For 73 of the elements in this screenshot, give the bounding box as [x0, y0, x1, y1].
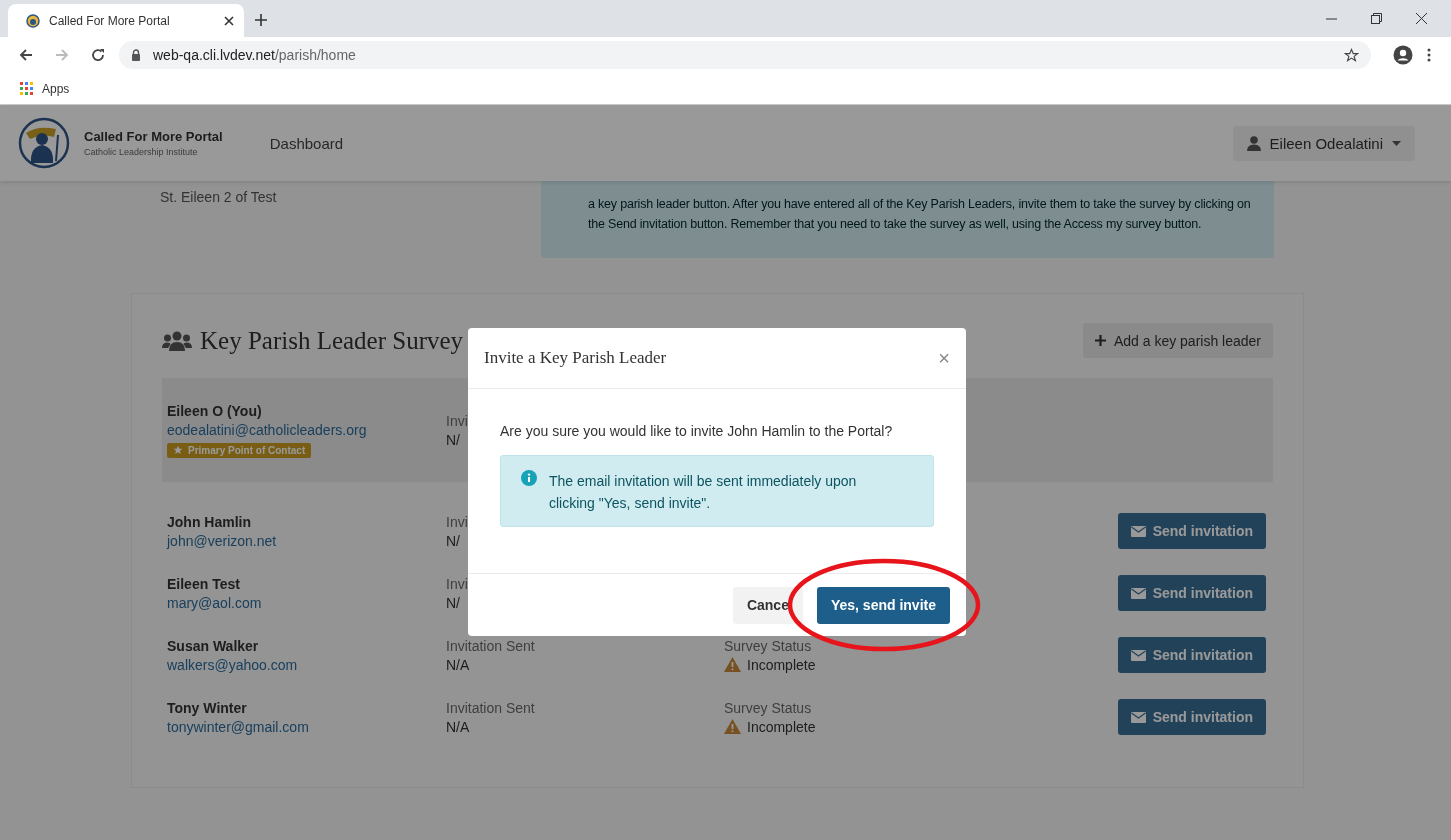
back-arrow-icon[interactable] [19, 48, 33, 62]
info-alert: a key parish leader button. After you have entered all of the Key Parish Leaders, invite them to take the survey by clicking on the Send invitation button. Remember that you need to take the survey as well, using the Access my survey button. [541, 181, 1274, 258]
field-value: N/ [446, 532, 460, 549]
plus-icon [1094, 335, 1106, 346]
user-menu-button[interactable]: Eileen Odealatini [1232, 125, 1415, 161]
bookmark[interactable]: Apps [20, 81, 70, 96]
caret-icon [1392, 140, 1401, 146]
leader-email[interactable]: mary@aol.com [167, 594, 262, 611]
account-icon[interactable] [1393, 45, 1413, 65]
status-text: Incomplete [747, 656, 816, 673]
leader-email[interactable]: eodealatini@catholicleaders.org [167, 421, 367, 438]
add-leader-button[interactable]: Add a key parish leader [1082, 323, 1273, 358]
parish-name: St. Eileen 2 of Test [160, 189, 278, 205]
address-field[interactable]: web-qa.cli.lvdev.net/parish/home [119, 41, 1371, 69]
info-icon [521, 470, 537, 486]
browser-tab[interactable]: Called For More Portal [8, 4, 244, 37]
reload-icon[interactable] [91, 48, 105, 62]
plus-icon[interactable] [255, 14, 267, 26]
nav-link[interactable]: Dashboard [269, 134, 1233, 152]
leader-name: Eileen O (You) [167, 402, 262, 419]
menu-icon[interactable] [1427, 48, 1431, 62]
envelope-icon [1130, 587, 1146, 599]
status-text: Incomplete [747, 718, 816, 735]
confirmation-text: Are you sure you would like to invite John Hamlin to the Portal? [500, 423, 894, 439]
field-label: Survey Status [724, 637, 812, 654]
leader-email[interactable]: walkers@yahoo.com [167, 656, 298, 673]
field-value: N/ [446, 431, 460, 448]
send-invitation-button[interactable]: Send invitation [1117, 575, 1266, 611]
brand-title: Called For More Portal [84, 129, 223, 144]
send-invitation-button[interactable]: Send invitation [1117, 637, 1266, 673]
minimize-icon[interactable] [1326, 17, 1337, 20]
field-label: Survey Status [724, 699, 812, 716]
primary-contact-badge: Primary Point of Contact [167, 442, 312, 458]
star-icon[interactable] [1344, 47, 1359, 63]
users-icon [162, 330, 192, 351]
field-value: N/A [446, 656, 470, 673]
modal-title: Invite a Key Parish Leader [484, 348, 667, 368]
close-icon[interactable] [224, 15, 234, 26]
field-label: Invitation Sent [446, 699, 535, 716]
close-icon[interactable] [1416, 13, 1427, 24]
field-label: Invi [446, 412, 468, 429]
leader-name: John Hamlin [167, 513, 251, 530]
field-label: Invi [446, 513, 468, 530]
envelope-icon [1130, 649, 1146, 661]
field-value: N/A [446, 718, 470, 735]
leader-email[interactable]: john@verizon.net [167, 532, 277, 549]
leader-name: Eileen Test [167, 575, 240, 592]
apps-grid-icon [20, 82, 33, 95]
restore-icon[interactable] [1371, 13, 1382, 24]
leader-name: Susan Walker [167, 637, 259, 654]
leader-email[interactable]: tonywinter@gmail.com [167, 718, 309, 735]
user-icon [1246, 135, 1261, 151]
logo-drawing [18, 117, 70, 169]
leader-name: Tony Winter [167, 699, 247, 716]
tab-title: Called For More Portal [49, 13, 171, 28]
cancel-button[interactable]: Cance [732, 586, 803, 624]
lock-icon [131, 49, 141, 61]
alert-text: The email invitation will be sent immediately upon clicking "Yes, send invite". [549, 472, 858, 513]
envelope-icon [1130, 525, 1146, 537]
brand-subtitle: Catholic Leadership Institute [84, 147, 199, 157]
warning-icon [724, 719, 741, 734]
send-invitation-button[interactable]: Send invitation [1117, 699, 1266, 735]
send-invitation-button[interactable]: Send invitation [1117, 513, 1266, 549]
warning-icon [724, 657, 741, 672]
confirm-button[interactable]: Yes, send invite [816, 586, 950, 624]
logo-icon [26, 13, 40, 28]
field-label: Invi [446, 575, 468, 592]
envelope-icon [1130, 711, 1146, 723]
field-label: Invitation Sent [446, 637, 535, 654]
star-icon [173, 445, 183, 455]
close-button[interactable]: × [938, 346, 950, 370]
card-title: Key Parish Leader Survey [200, 326, 465, 355]
field-value: N/ [446, 594, 460, 611]
